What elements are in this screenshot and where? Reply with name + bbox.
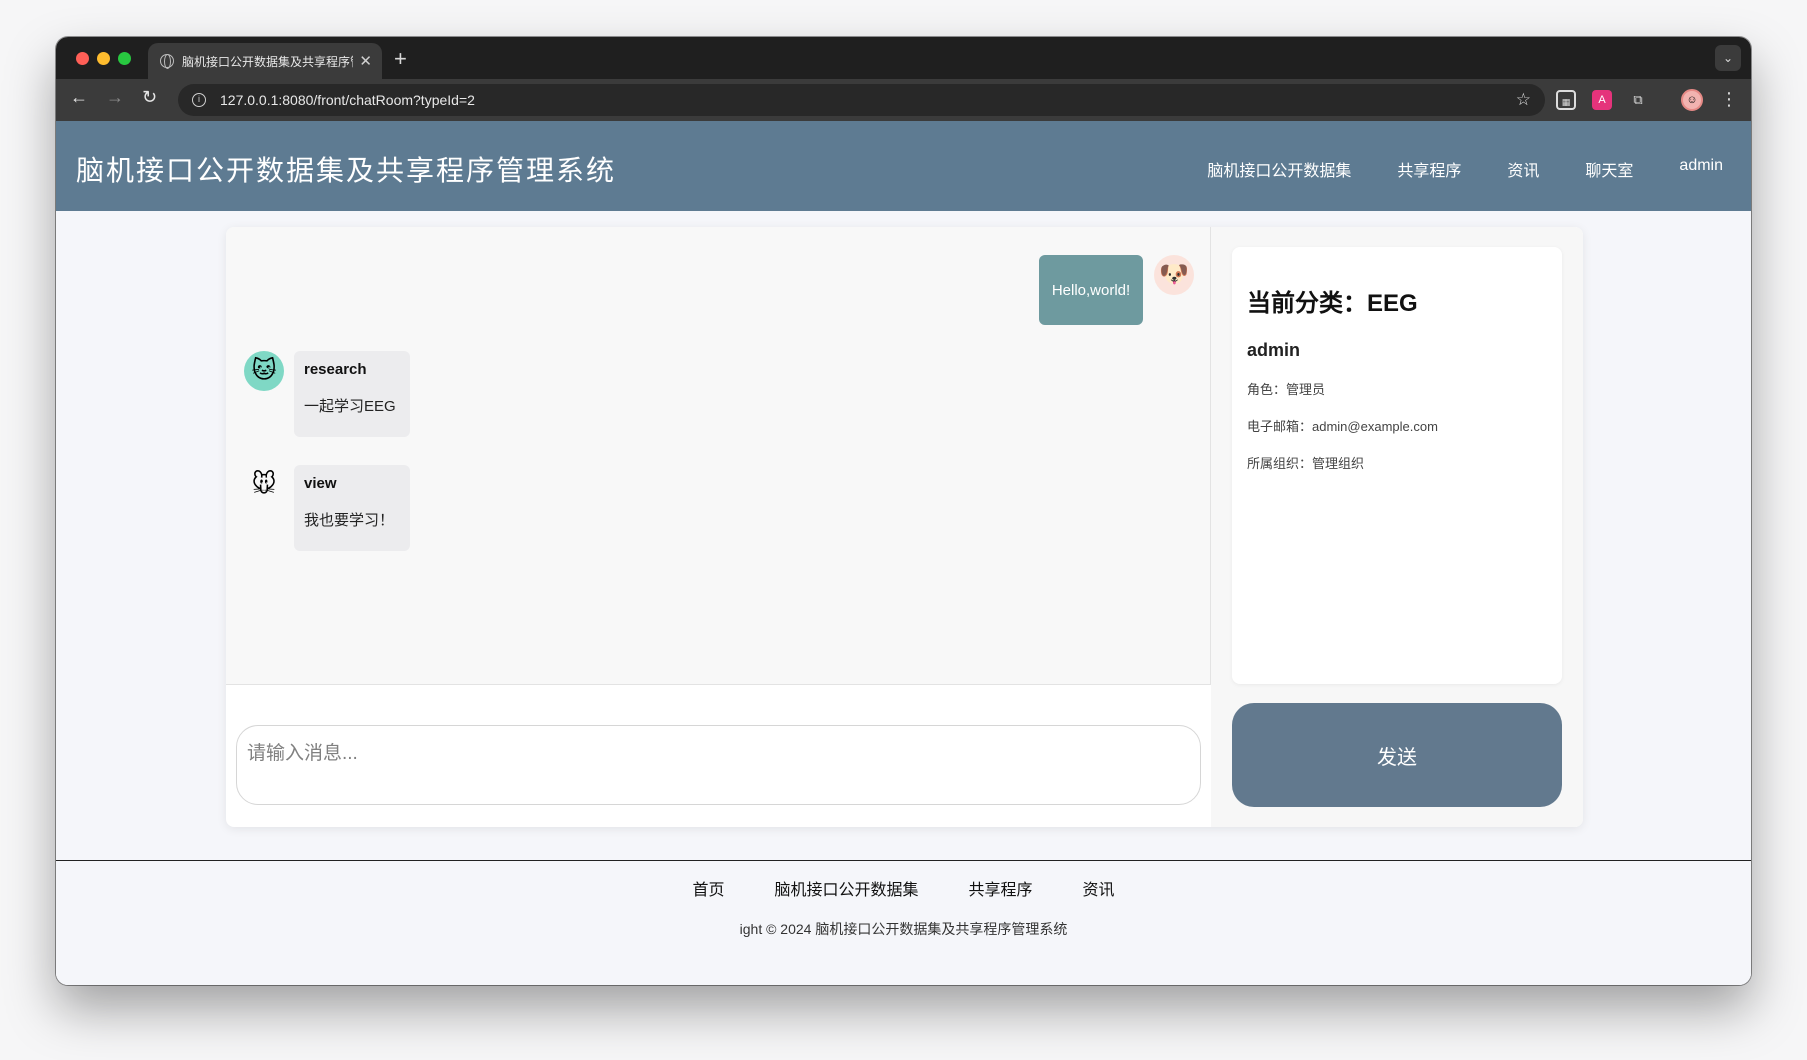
tab-close-icon[interactable]: ✕ <box>359 52 372 70</box>
message-input[interactable] <box>236 725 1201 805</box>
minimize-window-button[interactable] <box>97 52 110 65</box>
puzzle-extension-icon[interactable]: ⧉ <box>1628 90 1648 110</box>
main-nav: 脑机接口公开数据集 共享程序 资讯 聊天室 admin <box>1207 157 1723 181</box>
message-bubble: research 一起学习EEG <box>294 351 410 437</box>
org-text: 所属组织：管理组织 <box>1247 456 1365 471</box>
nav-programs[interactable]: 共享程序 <box>1397 157 1461 181</box>
user-info-card: 当前分类：EEG admin 角色：管理员 电子邮箱：admin@example… <box>1232 247 1562 684</box>
profile-avatar[interactable]: ☺ <box>1681 89 1703 111</box>
username: admin <box>1247 340 1301 360</box>
mouse-avatar: 🐭 <box>244 465 284 505</box>
role-text: 角色：管理员 <box>1247 382 1326 397</box>
message-text: 我也要学习！ <box>304 512 395 529</box>
address-bar[interactable]: i 127.0.0.1:8080/front/chatRoom?typeId=2… <box>178 84 1545 116</box>
email-text: 电子邮箱：admin@example.com <box>1247 419 1438 434</box>
browser-toolbar: ← → ↻ i 127.0.0.1:8080/front/chatRoom?ty… <box>56 79 1751 121</box>
maximize-window-button[interactable] <box>118 52 131 65</box>
tab-title: 脑机接口公开数据集及共享程序管理系统 <box>182 54 353 69</box>
star-icon[interactable]: ☆ <box>1516 90 1531 110</box>
tab-strip: 脑机接口公开数据集及共享程序管理系统 ✕ + ⌄ <box>56 37 1751 79</box>
category-title: 当前分类：EEG <box>1247 290 1418 317</box>
side-panel: 当前分类：EEG admin 角色：管理员 电子邮箱：admin@example… <box>1211 227 1583 827</box>
footer: 首页 脑机接口公开数据集 共享程序 资讯 ight © 2024 脑机接口公开数… <box>56 860 1751 985</box>
globe-icon <box>160 54 174 69</box>
url-text[interactable]: 127.0.0.1:8080/front/chatRoom?typeId=2 <box>220 92 1516 108</box>
page-content: 脑机接口公开数据集及共享程序管理系统 脑机接口公开数据集 共享程序 资讯 聊天室… <box>56 121 1751 985</box>
site-title: 脑机接口公开数据集及共享程序管理系统 <box>76 155 617 186</box>
kebab-menu-icon[interactable]: ⋮ <box>1720 89 1738 110</box>
nav-chatroom[interactable]: 聊天室 <box>1585 157 1633 181</box>
browser-tab[interactable]: 脑机接口公开数据集及共享程序管理系统 ✕ <box>148 43 382 79</box>
nav-datasets[interactable]: 脑机接口公开数据集 <box>1207 157 1351 181</box>
forward-icon[interactable]: → <box>106 87 124 108</box>
send-button[interactable]: 发送 <box>1232 703 1562 807</box>
footer-link-datasets[interactable]: 脑机接口公开数据集 <box>774 876 918 900</box>
copyright-text: ight © 2024 脑机接口公开数据集及共享程序管理系统 <box>739 921 1068 937</box>
footer-link-news[interactable]: 资讯 <box>1083 876 1115 900</box>
nav-news[interactable]: 资讯 <box>1507 157 1539 181</box>
chat-card: Hello,world! 🐶 🐱 research 一起学习EEG 🐭 view… <box>226 227 1583 827</box>
back-icon[interactable]: ← <box>70 87 88 108</box>
footer-link-home[interactable]: 首页 <box>692 876 724 900</box>
close-window-button[interactable] <box>76 52 89 65</box>
site-header: 脑机接口公开数据集及共享程序管理系统 脑机接口公开数据集 共享程序 资讯 聊天室… <box>56 121 1751 211</box>
footer-nav: 首页 脑机接口公开数据集 共享程序 资讯 <box>56 876 1751 900</box>
reload-icon[interactable]: ↻ <box>142 87 157 108</box>
my-message-bubble: Hello,world! <box>1039 255 1143 325</box>
message-text: 一起学习EEG <box>304 398 396 415</box>
translate-extension-icon[interactable]: A <box>1592 90 1612 110</box>
dog-avatar: 🐶 <box>1154 255 1194 295</box>
footer-link-programs[interactable]: 共享程序 <box>969 876 1033 900</box>
info-icon[interactable]: i <box>192 93 206 107</box>
cat-avatar: 🐱 <box>244 351 284 391</box>
browser-window: 脑机接口公开数据集及共享程序管理系统 ✕ + ⌄ ← → ↻ i 127.0.0… <box>56 37 1751 985</box>
new-tab-button[interactable]: + <box>394 46 407 72</box>
message-bubble: view 我也要学习！ <box>294 465 410 551</box>
message-list: Hello,world! 🐶 🐱 research 一起学习EEG 🐭 view… <box>226 227 1211 685</box>
qr-extension-icon[interactable]: ▦ <box>1556 90 1576 110</box>
nav-user[interactable]: admin <box>1679 157 1723 181</box>
message-sender: view <box>304 475 337 492</box>
message-sender: research <box>304 361 367 378</box>
tab-search-chevron-icon[interactable]: ⌄ <box>1715 45 1741 71</box>
